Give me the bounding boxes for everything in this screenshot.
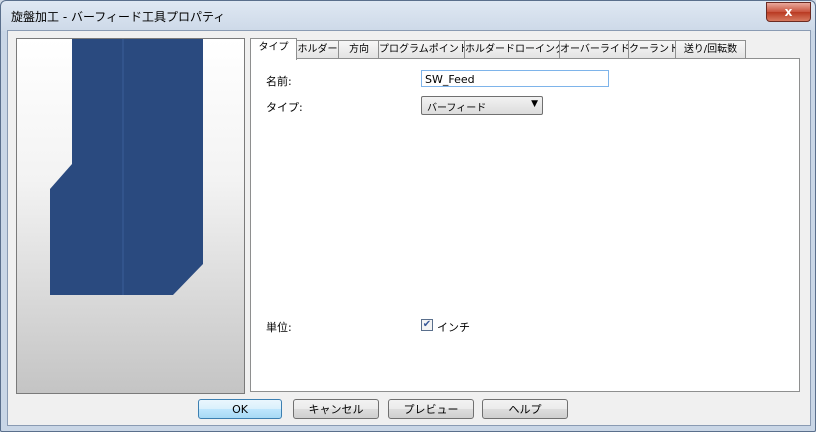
- tool-shape: [50, 39, 203, 295]
- type-tab-panel: 名前: SW_Feed タイプ: バーフィード ▼ 単位: ✔ インチ: [250, 58, 800, 392]
- dialog-client-area: タイプ ホルダー 方向 プログラムポイント ホルダードローイング オーバーライド…: [7, 30, 811, 426]
- check-icon: ✔: [422, 319, 432, 330]
- title-bar[interactable]: 旋盤加工 - バーフィード工具プロパティ x: [1, 1, 815, 31]
- inch-checkbox[interactable]: ✔: [421, 319, 433, 331]
- dialog-window: 旋盤加工 - バーフィード工具プロパティ x タイプ ホルダー 方向 プログラム…: [0, 0, 816, 432]
- type-label: タイプ:: [266, 101, 303, 114]
- unit-label: 単位:: [266, 321, 292, 334]
- type-dropdown[interactable]: バーフィード ▼: [421, 96, 543, 115]
- inch-checkbox-label[interactable]: インチ: [437, 319, 470, 335]
- tab-override[interactable]: オーバーライド: [559, 40, 630, 59]
- chevron-down-icon: ▼: [531, 99, 538, 109]
- ok-button[interactable]: OK: [198, 399, 282, 419]
- tab-holder[interactable]: ホルダー: [295, 40, 340, 59]
- tab-strip: タイプ ホルダー 方向 プログラムポイント ホルダードローイング オーバーライド…: [250, 38, 810, 60]
- tab-type[interactable]: タイプ: [250, 38, 297, 60]
- name-input[interactable]: SW_Feed: [421, 70, 609, 87]
- window-title: 旋盤加工 - バーフィード工具プロパティ: [11, 10, 226, 24]
- tab-coolant[interactable]: クーラント: [628, 40, 677, 59]
- tool-preview: [16, 38, 245, 394]
- bar-feed-tool-graphic: [50, 39, 203, 295]
- close-button[interactable]: x: [766, 2, 811, 22]
- name-label: 名前:: [266, 75, 292, 88]
- help-button[interactable]: ヘルプ: [482, 399, 568, 419]
- cancel-button[interactable]: キャンセル: [293, 399, 379, 419]
- tab-direction[interactable]: 方向: [338, 40, 380, 59]
- preview-button[interactable]: プレビュー: [388, 399, 474, 419]
- type-dropdown-value: バーフィード: [427, 103, 487, 114]
- tab-feed-speed[interactable]: 送り/回転数: [675, 40, 746, 59]
- tab-program-point[interactable]: プログラムポイント: [378, 40, 466, 59]
- tab-holder-drawing[interactable]: ホルダードローイング: [464, 40, 561, 59]
